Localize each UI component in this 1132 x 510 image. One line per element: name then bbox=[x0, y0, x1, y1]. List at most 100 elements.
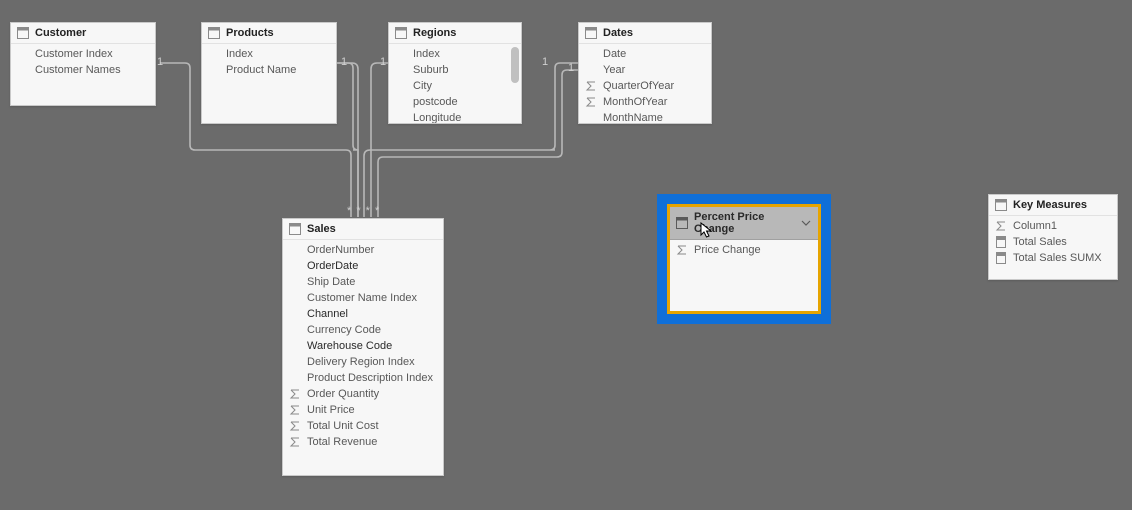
field-label: Total Sales SUMX bbox=[1013, 252, 1102, 264]
field-row[interactable]: Price Change bbox=[674, 242, 814, 258]
field-row[interactable]: Longitude bbox=[393, 110, 517, 123]
table-dates[interactable]: Dates Date Year QuarterOfYear MonthOfYear Mo… bbox=[578, 22, 712, 124]
cardinality-one-dates-b: 1 bbox=[568, 62, 574, 74]
collapse-icon[interactable] bbox=[800, 217, 812, 229]
field-label: postcode bbox=[413, 96, 458, 108]
cardinality-one-regions: 1 bbox=[380, 56, 386, 68]
table-regions[interactable]: Regions Index SuburbCity postcode Longitude bbox=[388, 22, 522, 124]
field-row[interactable]: Order Quantity bbox=[287, 386, 439, 402]
field-label: Product Name bbox=[226, 64, 296, 76]
field-row[interactable]: Total Unit Cost bbox=[287, 418, 439, 434]
field-label: Index bbox=[413, 48, 440, 60]
calculator-icon bbox=[995, 236, 1007, 248]
sigma-icon bbox=[289, 420, 301, 432]
field-label: OrderNumber bbox=[307, 244, 374, 256]
field-row[interactable]: Column1 bbox=[993, 218, 1113, 234]
field-row[interactable]: OrderNumber bbox=[287, 242, 439, 258]
field-label: Total Sales bbox=[1013, 236, 1067, 248]
field-list-customer: Customer Index Customer Names bbox=[11, 44, 155, 105]
field-label: Total Revenue bbox=[307, 436, 377, 448]
table-title: Regions bbox=[413, 27, 456, 39]
table-customer[interactable]: Customer Customer Index Customer Names bbox=[10, 22, 156, 106]
field-row[interactable]: Year bbox=[583, 62, 707, 78]
table-icon bbox=[585, 27, 597, 39]
field-list-products: Index Product Name bbox=[202, 44, 336, 123]
field-label: Date bbox=[603, 48, 626, 60]
field-row[interactable]: Warehouse Code bbox=[287, 338, 439, 354]
sigma-icon bbox=[289, 436, 301, 448]
field-label: MonthOfYear bbox=[603, 96, 667, 108]
field-row[interactable]: Currency Code bbox=[287, 322, 439, 338]
table-products[interactable]: Products Index Product Name bbox=[201, 22, 337, 124]
field-label: OrderDate bbox=[307, 260, 358, 272]
field-list-key-measures: Column1 Total Sales Total Sales SUMX bbox=[989, 216, 1117, 279]
table-header-customer[interactable]: Customer bbox=[11, 23, 155, 44]
field-row[interactable]: Date bbox=[583, 46, 707, 62]
table-title: Products bbox=[226, 27, 274, 39]
cardinality-many-sales: * * * * bbox=[347, 205, 380, 217]
field-label: Year bbox=[603, 64, 625, 76]
calculator-icon bbox=[995, 252, 1007, 264]
table-icon bbox=[395, 27, 407, 39]
field-row[interactable]: Customer Names bbox=[15, 62, 151, 78]
field-row[interactable]: QuarterOfYear bbox=[583, 78, 707, 94]
field-row[interactable]: Customer Name Index bbox=[287, 290, 439, 306]
scrollbar-regions[interactable] bbox=[511, 47, 519, 119]
field-row[interactable]: OrderDate bbox=[287, 258, 439, 274]
table-header-regions[interactable]: Regions bbox=[389, 23, 521, 44]
field-label: Customer Names bbox=[35, 64, 121, 76]
sigma-icon bbox=[676, 244, 688, 256]
field-list-sales: OrderNumber OrderDate Ship Date Customer Na… bbox=[283, 240, 443, 475]
table-title: Sales bbox=[307, 223, 336, 235]
field-row[interactable]: Customer Index bbox=[15, 46, 151, 62]
field-label: Delivery Region Index bbox=[307, 356, 415, 368]
field-row[interactable]: Total Sales SUMX bbox=[993, 250, 1113, 266]
table-icon bbox=[289, 223, 301, 235]
table-header-key-measures[interactable]: Key Measures bbox=[989, 195, 1117, 216]
table-icon bbox=[676, 217, 688, 229]
table-header-sales[interactable]: Sales bbox=[283, 219, 443, 240]
field-row[interactable]: postcode bbox=[393, 94, 517, 110]
field-row[interactable]: Delivery Region Index bbox=[287, 354, 439, 370]
table-icon bbox=[208, 27, 220, 39]
field-label: Ship Date bbox=[307, 276, 355, 288]
sigma-icon bbox=[289, 388, 301, 400]
table-header-dates[interactable]: Dates bbox=[579, 23, 711, 44]
table-header-products[interactable]: Products bbox=[202, 23, 336, 44]
scrollbar-thumb[interactable] bbox=[511, 47, 519, 83]
field-label: Price Change bbox=[694, 244, 761, 256]
cardinality-one-products: 1 bbox=[341, 56, 347, 68]
field-row[interactable]: Total Revenue bbox=[287, 434, 439, 450]
field-row[interactable]: MonthOfYear bbox=[583, 94, 707, 110]
field-row[interactable]: City bbox=[393, 78, 517, 94]
field-row[interactable]: Index bbox=[206, 46, 332, 62]
field-row[interactable]: Product Description Index bbox=[287, 370, 439, 386]
field-list-dates: Date Year QuarterOfYear MonthOfYear MonthNam… bbox=[579, 44, 711, 123]
field-label: Customer Name Index bbox=[307, 292, 417, 304]
cardinality-one-customer: 1 bbox=[157, 56, 163, 68]
table-icon bbox=[17, 27, 29, 39]
field-row[interactable]: Unit Price bbox=[287, 402, 439, 418]
table-icon bbox=[995, 199, 1007, 211]
table-title: Dates bbox=[603, 27, 633, 39]
sigma-icon bbox=[585, 96, 597, 108]
field-row[interactable]: Index bbox=[393, 46, 517, 62]
field-label: Unit Price bbox=[307, 404, 355, 416]
table-header-percent-price-change[interactable]: Percent Price Change bbox=[670, 207, 818, 240]
field-label: Warehouse Code bbox=[307, 340, 392, 352]
field-row[interactable]: Ship Date bbox=[287, 274, 439, 290]
field-label: MonthName bbox=[603, 112, 663, 123]
field-row[interactable]: Total Sales bbox=[993, 234, 1113, 250]
table-key-measures[interactable]: Key Measures Column1 Total Sales Total Sal… bbox=[988, 194, 1118, 280]
table-title: Customer bbox=[35, 27, 86, 39]
field-label: Channel bbox=[307, 308, 348, 320]
sigma-icon bbox=[995, 220, 1007, 232]
field-row[interactable]: Product Name bbox=[206, 62, 332, 78]
table-sales[interactable]: Sales OrderNumber OrderDate Ship Date Custo… bbox=[282, 218, 444, 476]
field-label: Longitude bbox=[413, 112, 461, 123]
field-label: Customer Index bbox=[35, 48, 113, 60]
table-percent-price-change-selection[interactable]: Percent Price Change Price Change bbox=[657, 194, 831, 324]
field-row[interactable]: MonthName bbox=[583, 110, 707, 123]
field-row[interactable]: Channel bbox=[287, 306, 439, 322]
field-row[interactable]: Suburb bbox=[393, 62, 517, 78]
